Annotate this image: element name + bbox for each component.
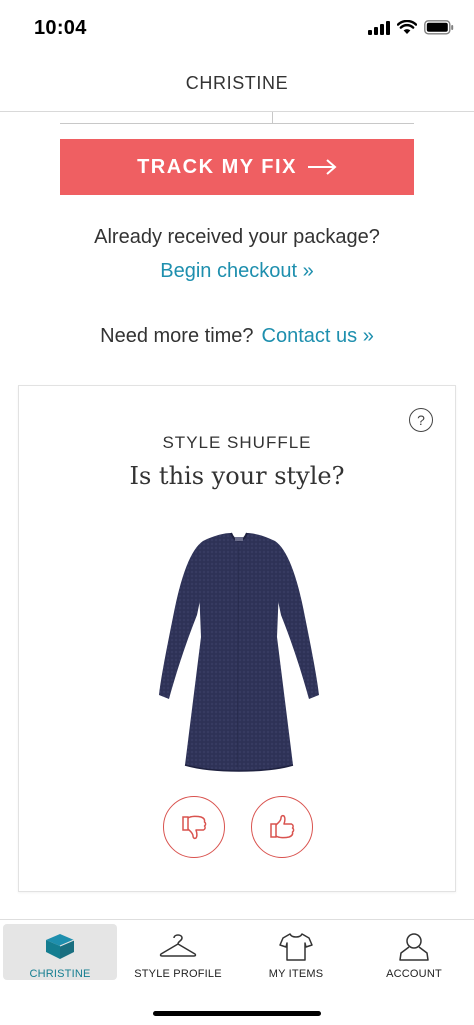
thumbs-down-button[interactable] [163, 796, 225, 858]
more-time-text: Need more time? [100, 325, 254, 347]
style-shuffle-label: STYLE SHUFFLE [162, 433, 312, 452]
received-package-text: Already received your package? [94, 226, 380, 248]
status-time: 10:04 [34, 17, 87, 39]
tab-label: MY ITEMS [268, 968, 324, 980]
tab-my-items[interactable]: MY ITEMS [239, 924, 353, 980]
content-divider-vertical [272, 112, 273, 123]
page-title: CHRISTINE [185, 73, 289, 93]
box-icon [46, 934, 75, 959]
contact-us-link[interactable]: Contact us » [262, 325, 374, 347]
begin-checkout-link[interactable]: Begin checkout » [0, 260, 474, 283]
tab-label: ACCOUNT [386, 968, 442, 980]
dress-image [159, 532, 319, 772]
tab-label: STYLE PROFILE [134, 968, 222, 980]
tab-label: CHRISTINE [29, 968, 91, 980]
nav-header: CHRISTINE [0, 56, 474, 112]
status-bar: 10:04 [0, 0, 474, 56]
help-icon[interactable]: ? [409, 408, 433, 432]
tab-bar: CHRISTINE STYLE PROFILE MY ITEMS ACCOUNT [0, 919, 474, 1025]
thumbs-down-icon [182, 815, 207, 840]
tab-style-profile[interactable]: STYLE PROFILE [121, 924, 235, 980]
cellular-signal-icon [368, 20, 390, 35]
track-my-fix-button[interactable]: TRACK MY FIX [60, 139, 414, 195]
hanger-icon [159, 934, 197, 957]
tab-christine[interactable]: CHRISTINE [3, 924, 117, 980]
tab-account[interactable]: ACCOUNT [357, 924, 471, 980]
home-indicator [153, 1011, 321, 1016]
style-shuffle-card: ? STYLE SHUFFLE Is this your style? [18, 385, 456, 892]
track-my-fix-label: TRACK MY FIX [137, 155, 297, 178]
status-icons [368, 20, 454, 35]
shirt-icon [279, 933, 313, 961]
battery-icon [424, 20, 454, 35]
style-question: Is this your style? [129, 462, 345, 490]
person-icon [399, 933, 429, 961]
content-divider [60, 123, 414, 124]
thumbs-up-button[interactable] [251, 796, 313, 858]
thumbs-up-icon [270, 814, 295, 839]
arrow-right-icon [307, 159, 337, 175]
more-time-row: Need more time? Contact us » [0, 325, 474, 348]
wifi-icon [397, 20, 417, 34]
